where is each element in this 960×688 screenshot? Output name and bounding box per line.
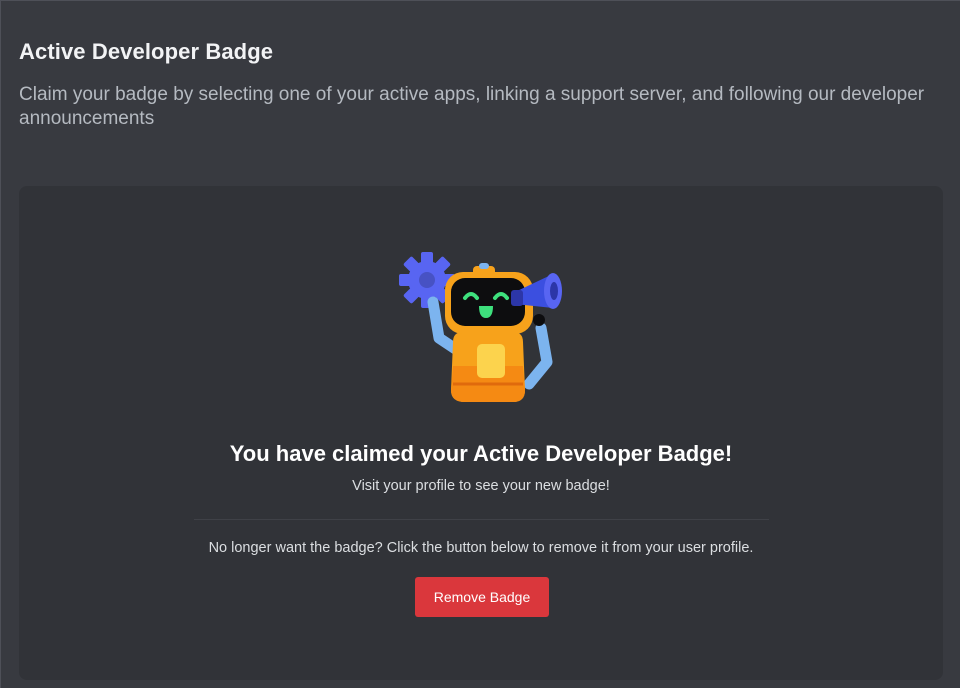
remove-badge-prompt: No longer want the badge? Click the butt…	[208, 540, 754, 556]
badge-claimed-card: You have claimed your Active Developer B…	[19, 186, 943, 680]
claimed-subtitle: Visit your profile to see your new badge…	[352, 478, 610, 494]
remove-badge-button[interactable]: Remove Badge	[415, 577, 549, 617]
active-developer-badge-page: Active Developer Badge Claim your badge …	[0, 0, 960, 688]
robot-megaphone-mascot-icon	[399, 252, 562, 402]
page-title: Active Developer Badge	[19, 39, 274, 64]
page-subtitle: Claim your badge by selecting one of you…	[19, 84, 925, 129]
divider	[194, 519, 769, 520]
claimed-title: You have claimed your Active Developer B…	[229, 441, 733, 466]
page-header: Active Developer Badge Claim your badge …	[19, 37, 939, 131]
